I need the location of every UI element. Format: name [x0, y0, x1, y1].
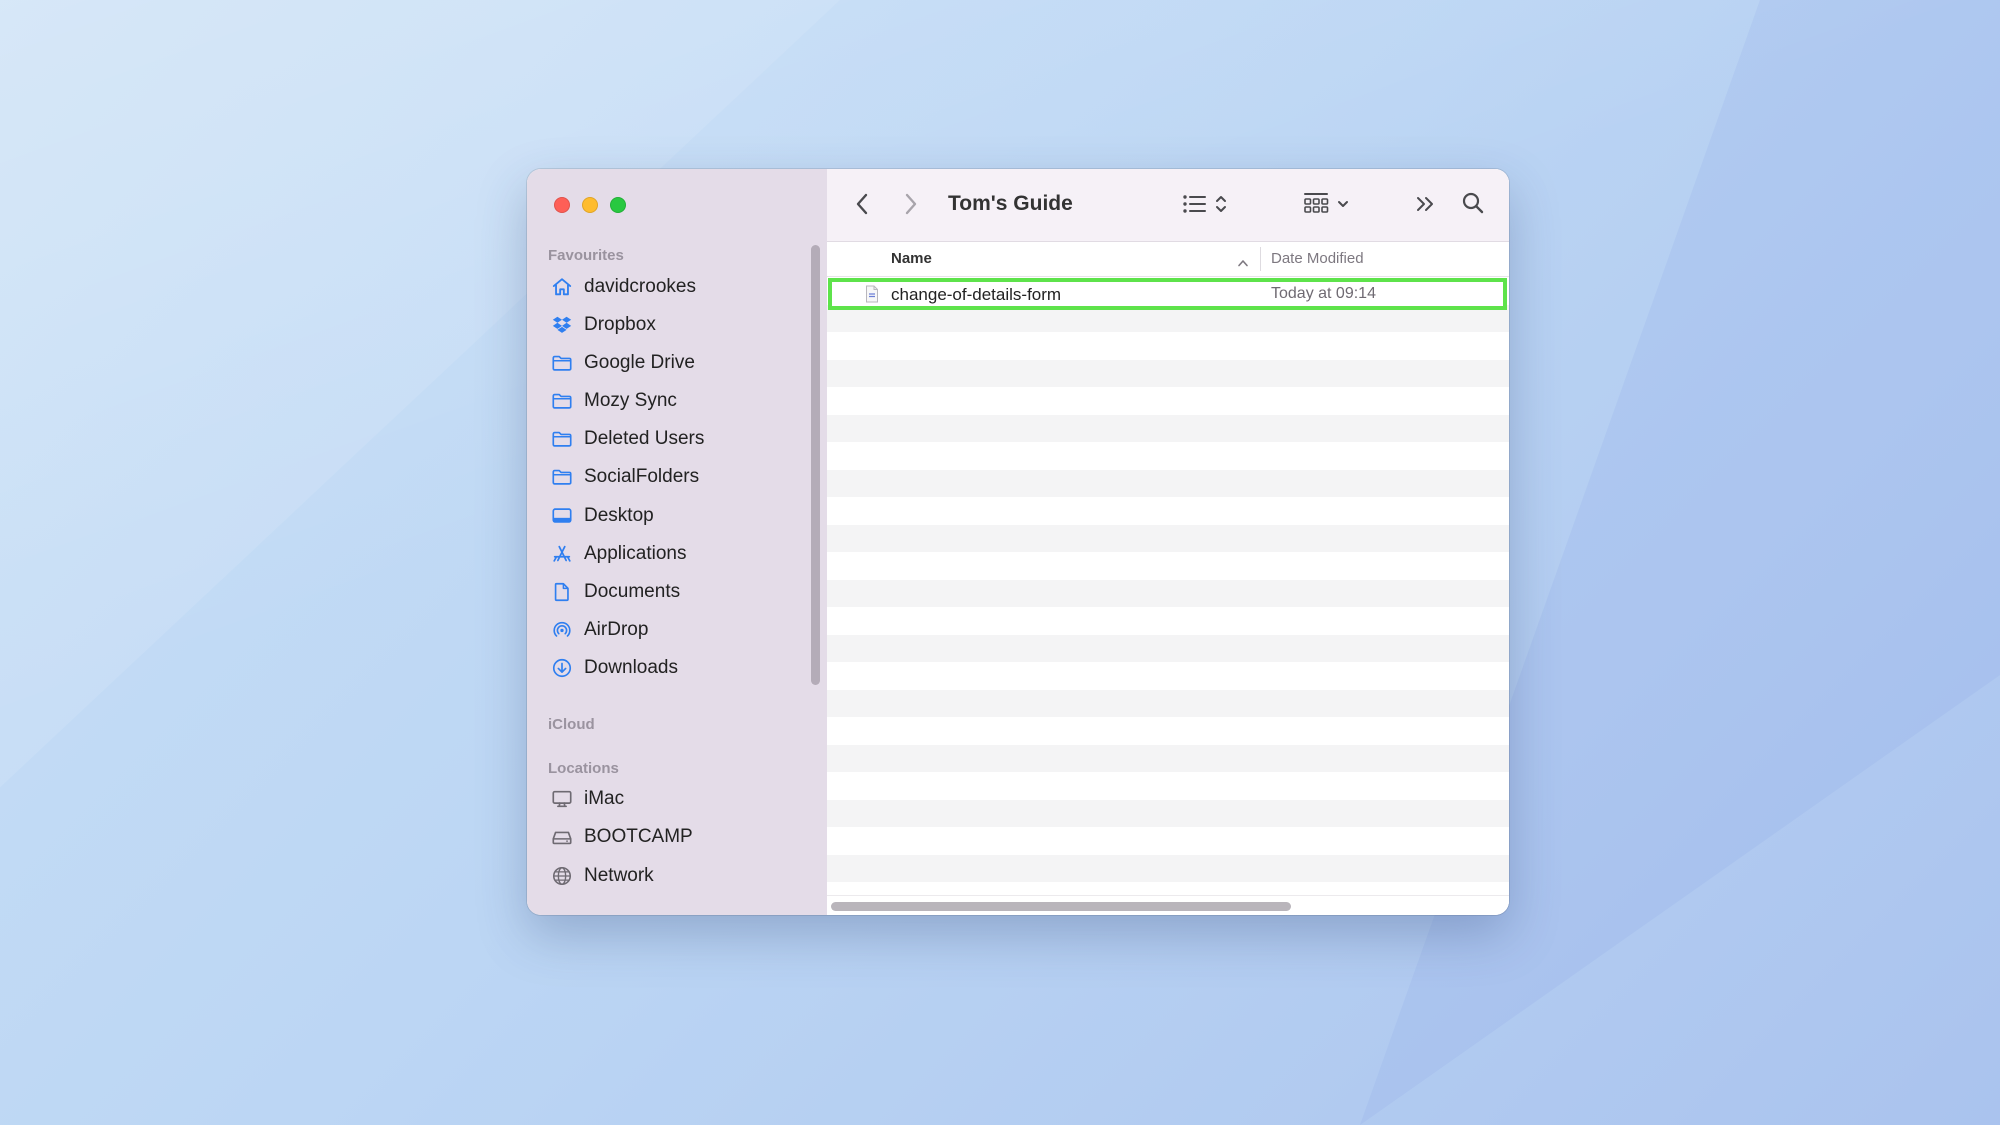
sidebar-item-label: Documents	[584, 581, 681, 602]
folder-icon	[549, 388, 575, 414]
sidebar: Favourites davidcrookes Dropbox Google D…	[527, 169, 827, 915]
sidebar-item-dropbox[interactable]: Dropbox	[539, 308, 799, 342]
sidebar-item-label: Desktop	[584, 505, 654, 526]
sidebar-item-label: Network	[584, 865, 654, 886]
list-row-empty	[827, 552, 1509, 580]
search-icon	[1461, 191, 1485, 215]
minimize-window-button[interactable]	[582, 197, 598, 213]
sidebar-item-label: Downloads	[584, 657, 678, 678]
horizontal-scrollbar-thumb[interactable]	[831, 902, 1291, 911]
sidebar-item-mozy-sync[interactable]: Mozy Sync	[539, 384, 799, 418]
document-file-icon	[865, 285, 879, 303]
sidebar-scrollbar-thumb[interactable]	[811, 245, 820, 685]
list-row-empty	[827, 332, 1509, 360]
list-row-empty	[827, 387, 1509, 415]
sidebar-item-google-drive[interactable]: Google Drive	[539, 346, 799, 380]
sidebar-item-applications[interactable]: Applications	[539, 537, 799, 571]
forward-button[interactable]	[897, 190, 925, 218]
sidebar-item-deleted-users[interactable]: Deleted Users	[539, 422, 799, 456]
sidebar-item-network[interactable]: Network	[539, 859, 799, 893]
sidebar-item-downloads[interactable]: Downloads	[539, 651, 799, 685]
airdrop-icon	[549, 617, 575, 643]
sidebar-item-bootcamp[interactable]: BOOTCAMP	[539, 820, 799, 854]
list-row-empty	[827, 799, 1509, 827]
search-button[interactable]	[1458, 188, 1488, 218]
list-row-empty	[827, 689, 1509, 717]
applications-icon	[549, 541, 575, 567]
sidebar-item-label: SocialFolders	[584, 466, 700, 487]
column-divider[interactable]	[1260, 247, 1261, 271]
list-row-empty	[827, 579, 1509, 607]
maximize-window-button[interactable]	[610, 197, 626, 213]
folder-icon	[549, 350, 575, 376]
list-row-empty	[827, 359, 1509, 387]
folder-icon	[549, 464, 575, 490]
more-toolbar-button[interactable]	[1412, 190, 1440, 218]
list-row-empty	[827, 524, 1509, 552]
section-label-favourites: Favourites	[548, 247, 624, 264]
drive-icon	[549, 824, 575, 850]
list-row-empty	[827, 469, 1509, 497]
list-row-empty	[827, 854, 1509, 882]
desktop-icon	[549, 503, 575, 529]
group-button[interactable]	[1301, 187, 1357, 221]
file-name: change-of-details-form	[891, 285, 1062, 304]
file-list	[827, 277, 1509, 887]
sidebar-item-label: Dropbox	[584, 314, 656, 335]
sort-ascending-icon	[1237, 254, 1249, 272]
list-row-empty	[827, 442, 1509, 470]
dropbox-icon	[549, 312, 575, 338]
list-row-empty	[827, 827, 1509, 855]
list-row-empty	[827, 772, 1509, 800]
sidebar-item-airdrop[interactable]: AirDrop	[539, 613, 799, 647]
column-name-header[interactable]: Name	[891, 250, 932, 267]
view-options-button[interactable]	[1179, 187, 1235, 221]
file-row-change-of-details-form[interactable]: change-of-details-form Today at 09:14	[828, 278, 1507, 310]
double-chevron-icon	[1415, 194, 1437, 214]
close-window-button[interactable]	[554, 197, 570, 213]
list-view-icon	[1179, 190, 1235, 218]
chevron-left-icon	[855, 193, 869, 215]
sidebar-item-label: Deleted Users	[584, 428, 705, 449]
file-date-modified: Today at 09:14	[1271, 285, 1376, 302]
sidebar-item-label: AirDrop	[584, 619, 649, 640]
list-row-empty	[827, 662, 1509, 690]
list-row-empty	[827, 634, 1509, 662]
section-label-locations[interactable]: Locations	[548, 760, 619, 777]
toolbar: Tom's Guide	[827, 169, 1509, 242]
list-row-empty	[827, 497, 1509, 525]
sidebar-item-label: BOOTCAMP	[584, 826, 693, 847]
sidebar-item-label: Mozy Sync	[584, 390, 677, 411]
home-icon	[549, 274, 575, 300]
section-label-icloud[interactable]: iCloud	[548, 716, 595, 733]
chevron-right-icon	[904, 193, 918, 215]
document-icon	[549, 579, 575, 605]
window-title: Tom's Guide	[948, 192, 1073, 215]
sidebar-item-socialfolders[interactable]: SocialFolders	[539, 460, 799, 494]
network-icon	[549, 863, 575, 889]
file-browser: Tom's Guide Name Date Modified change-of…	[827, 169, 1509, 915]
back-button[interactable]	[848, 190, 876, 218]
sidebar-item-desktop[interactable]: Desktop	[539, 499, 799, 533]
list-row-empty	[827, 744, 1509, 772]
folder-icon	[549, 426, 575, 452]
sidebar-item-label: davidcrookes	[584, 276, 696, 297]
grid-group-icon	[1301, 190, 1357, 218]
sidebar-item-label: Google Drive	[584, 352, 695, 373]
sidebar-item-imac[interactable]: iMac	[539, 782, 799, 816]
imac-icon	[549, 786, 575, 812]
list-row-empty	[827, 717, 1509, 745]
sidebar-item-documents[interactable]: Documents	[539, 575, 799, 609]
list-row-empty	[827, 414, 1509, 442]
column-date-modified-header[interactable]: Date Modified	[1271, 250, 1364, 267]
finder-window: Favourites davidcrookes Dropbox Google D…	[527, 169, 1509, 915]
download-icon	[549, 655, 575, 681]
sidebar-item-label: Applications	[584, 543, 687, 564]
sidebar-item-davidcrookes[interactable]: davidcrookes	[539, 270, 799, 304]
list-row-empty	[827, 607, 1509, 635]
sidebar-item-label: iMac	[584, 788, 625, 809]
column-header: Name Date Modified	[827, 242, 1509, 277]
